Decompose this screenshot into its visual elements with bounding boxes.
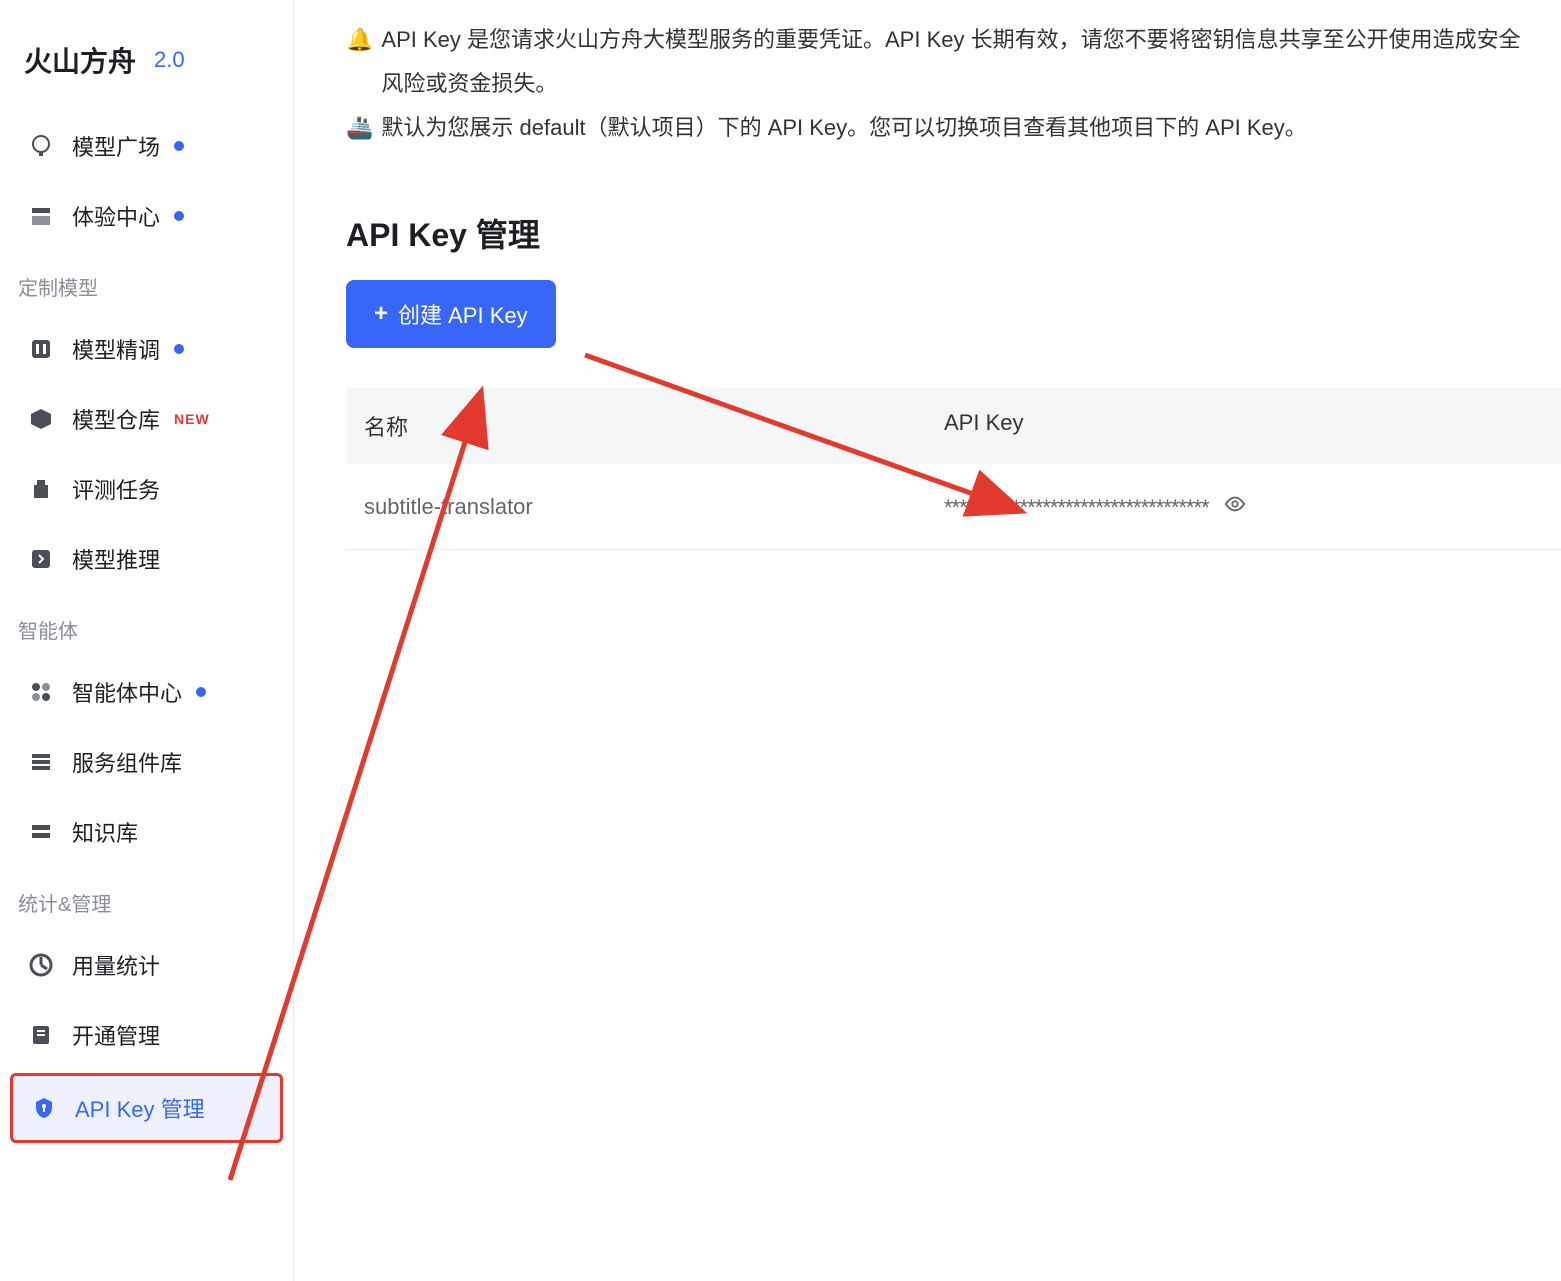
sidebar-item-experience-center[interactable]: 体验中心 [10, 184, 283, 248]
sidebar-item-evaluation[interactable]: 评测任务 [10, 457, 283, 521]
api-key-table: 名称 API Key subtitle-translator *********… [346, 388, 1561, 550]
activation-icon [28, 1022, 54, 1048]
sidebar-item-label: 模型推理 [72, 543, 160, 575]
playground-icon [28, 203, 54, 229]
sidebar-item-usage[interactable]: 用量统计 [10, 933, 283, 997]
sidebar-item-warehouse[interactable]: 模型仓库 NEW [10, 387, 283, 451]
page-title: API Key 管理 [294, 178, 1561, 280]
cell-key: *********************************** [944, 492, 1543, 521]
knowledge-icon [28, 819, 54, 845]
sidebar-item-finetune[interactable]: 模型精调 [10, 317, 283, 381]
sidebar-item-label: 服务组件库 [72, 746, 182, 778]
status-dot-icon [196, 687, 206, 697]
key-masked-value: *********************************** [944, 495, 1209, 520]
banner-text-1: API Key 是您请求火山方舟大模型服务的重要凭证。API Key 长期有效，… [381, 18, 1521, 106]
sidebar-item-label: 体验中心 [72, 200, 160, 232]
new-badge: NEW [174, 411, 210, 427]
brand-title: 火山方舟 [24, 40, 136, 80]
section-label-agent: 智能体 [0, 597, 293, 654]
status-dot-icon [174, 211, 184, 221]
sidebar-item-knowledge[interactable]: 知识库 [10, 800, 283, 864]
section-label-custom: 定制模型 [0, 254, 293, 311]
sidebar-item-label: 用量统计 [72, 949, 160, 981]
sidebar-item-activation[interactable]: 开通管理 [10, 1003, 283, 1067]
table-header: 名称 API Key [346, 388, 1561, 464]
sidebar-item-label: 模型广场 [72, 130, 160, 162]
sidebar-item-inference[interactable]: 模型推理 [10, 527, 283, 591]
section-label-stats: 统计&管理 [0, 870, 293, 927]
warehouse-icon [28, 406, 54, 432]
create-button-label: 创建 API Key [398, 298, 528, 330]
sidebar-item-label: 开通管理 [72, 1019, 160, 1051]
sidebar-item-apikey[interactable]: API Key 管理 [10, 1073, 283, 1143]
banner-text-2: 默认为您展示 default（默认项目）下的 API Key。您可以切换项目查看… [381, 106, 1306, 150]
table-row: subtitle-translator ********************… [346, 464, 1561, 550]
ship-icon: 🚢 [346, 106, 373, 150]
status-dot-icon [174, 141, 184, 151]
sidebar-item-label: 模型精调 [72, 333, 160, 365]
sidebar-item-agent-center[interactable]: 智能体中心 [10, 660, 283, 724]
usage-icon [28, 952, 54, 978]
sidebar-header: 火山方舟 2.0 [0, 10, 293, 108]
sidebar-item-label: 模型仓库 [72, 403, 160, 435]
create-api-key-button[interactable]: + 创建 API Key [346, 280, 556, 348]
plus-icon: + [374, 300, 388, 328]
sidebar-item-components[interactable]: 服务组件库 [10, 730, 283, 794]
inference-icon [28, 546, 54, 572]
sidebar: 火山方舟 2.0 模型广场 体验中心 定制模型 模型精调 模型仓库 NEW [0, 0, 294, 1281]
main-content: 🔔 API Key 是您请求火山方舟大模型服务的重要凭证。API Key 长期有… [294, 0, 1561, 1281]
version-badge: 2.0 [154, 47, 185, 73]
finetune-icon [28, 336, 54, 362]
evaluation-icon [28, 476, 54, 502]
sidebar-item-label: 知识库 [72, 816, 138, 848]
status-dot-icon [174, 344, 184, 354]
lightbulb-icon [28, 133, 54, 159]
sidebar-item-label: API Key 管理 [75, 1092, 205, 1124]
apikey-icon [31, 1095, 57, 1121]
bell-icon: 🔔 [346, 18, 373, 62]
info-banner: 🔔 API Key 是您请求火山方舟大模型服务的重要凭证。API Key 长期有… [294, 0, 1561, 178]
sidebar-item-label: 评测任务 [72, 473, 160, 505]
cell-name: subtitle-translator [364, 494, 944, 520]
col-header-name: 名称 [364, 410, 944, 442]
eye-icon[interactable] [1223, 492, 1247, 516]
components-icon [28, 749, 54, 775]
sidebar-item-model-square[interactable]: 模型广场 [10, 114, 283, 178]
agent-icon [28, 679, 54, 705]
sidebar-item-label: 智能体中心 [72, 676, 182, 708]
col-header-key: API Key [944, 410, 1543, 442]
